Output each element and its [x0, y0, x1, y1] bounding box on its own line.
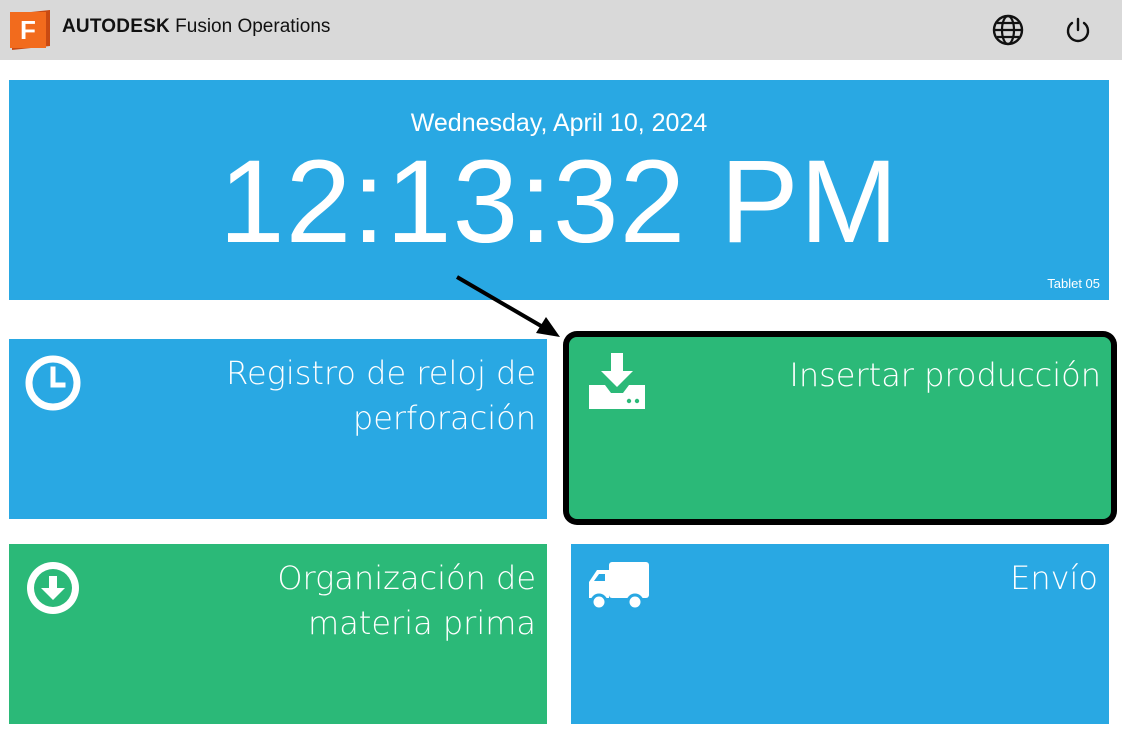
- clock-panel: Wednesday, April 10, 2024 12:13:32 PM Ta…: [9, 80, 1109, 300]
- clock-icon: [23, 353, 87, 417]
- tile-insert-production-body: Insertar producción: [569, 337, 1111, 519]
- tile-label: Registro de reloj de perforación: [226, 354, 536, 437]
- top-bar: F AUTODESK Fusion Operations: [0, 0, 1122, 60]
- globe-icon: [992, 14, 1024, 46]
- tile-punch-clock[interactable]: Registro de reloj de perforación: [9, 339, 547, 519]
- app-title: AUTODESK Fusion Operations: [62, 15, 330, 39]
- tile-label: Envío: [1010, 559, 1098, 597]
- truck-icon: [585, 558, 649, 622]
- language-button[interactable]: [992, 14, 1024, 46]
- logout-button[interactable]: [1062, 14, 1094, 46]
- inbox-download-icon: [585, 349, 649, 413]
- tile-label: Insertar producción: [789, 356, 1101, 394]
- logo-letter: F: [20, 15, 36, 45]
- power-icon: [1066, 17, 1090, 43]
- tile-raw-material[interactable]: Organización de materia prima: [9, 544, 547, 724]
- product-name: Fusion Operations: [175, 16, 331, 37]
- current-time: 12:13:32 PM: [218, 136, 900, 268]
- tile-shipping[interactable]: Envío: [571, 544, 1109, 724]
- tile-label: Organización de materia prima: [277, 559, 536, 642]
- device-name: Tablet 05: [1047, 276, 1100, 291]
- brand-name: AUTODESK: [62, 16, 170, 37]
- tile-insert-production[interactable]: Insertar producción: [563, 331, 1117, 525]
- fusion-logo-icon: F: [8, 8, 54, 52]
- arrow-down-circle-icon: [23, 558, 87, 622]
